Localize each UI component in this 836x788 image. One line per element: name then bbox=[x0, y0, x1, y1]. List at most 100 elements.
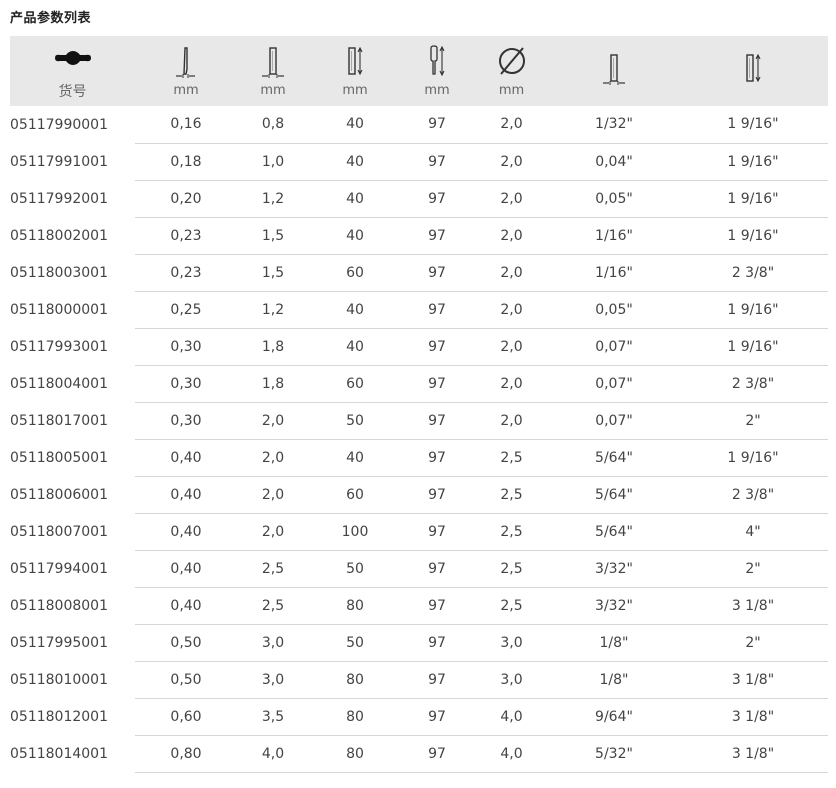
cell-diameter: 2,5 bbox=[473, 476, 550, 514]
cell-blade-length: 50 bbox=[309, 550, 401, 588]
cell-overall-length: 97 bbox=[401, 439, 473, 477]
table-row: 05117991001 0,18 1,0 40 97 2,0 0,04" 1 9/16" bbox=[10, 143, 828, 181]
cell-tip-width-inch: 1/8" bbox=[550, 624, 678, 662]
cell-tip-width: 2,0 bbox=[237, 402, 309, 440]
header-label-overall-length: mm bbox=[424, 82, 450, 98]
cell-blade-length: 60 bbox=[309, 254, 401, 292]
cell-overall-length: 97 bbox=[401, 587, 473, 625]
tip-thickness-icon bbox=[135, 45, 237, 81]
cell-blade-length: 40 bbox=[309, 180, 401, 218]
cell-diameter: 3,0 bbox=[473, 661, 550, 699]
table-row: 05118003001 0,23 1,5 60 97 2,0 1/16" 2 3/8" bbox=[10, 254, 828, 292]
cell-overall-length: 97 bbox=[401, 328, 473, 366]
cell-diameter: 2,0 bbox=[473, 254, 550, 292]
cell-blade-length-inch: 2 3/8" bbox=[678, 365, 828, 403]
cell-article-number: 05117994001 bbox=[10, 560, 108, 577]
cell-tip-width-inch: 5/64" bbox=[550, 439, 678, 477]
cell-blade-length-inch: 1 9/16" bbox=[678, 439, 828, 477]
header-label-blade-length: mm bbox=[342, 82, 368, 98]
cell-tip-thickness: 0,40 bbox=[135, 439, 237, 477]
table-row: 05117993001 0,30 1,8 40 97 2,0 0,07" 1 9/16" bbox=[10, 328, 828, 366]
cell-article-number: 05117991001 bbox=[10, 153, 108, 170]
table-row: 05118017001 0,30 2,0 50 97 2,0 0,07" 2" bbox=[10, 402, 828, 440]
header-blade-length-inch bbox=[678, 36, 828, 106]
diameter-icon bbox=[473, 45, 550, 81]
cell-blade-length: 80 bbox=[309, 735, 401, 773]
blade-length-icon bbox=[309, 45, 401, 81]
cell-tip-width-inch: 9/64" bbox=[550, 698, 678, 736]
cell-tip-width: 1,2 bbox=[237, 291, 309, 329]
cell-article-number: 05118003001 bbox=[10, 264, 108, 281]
cell-tip-width: 2,0 bbox=[237, 476, 309, 514]
cell-blade-length-inch: 4" bbox=[678, 513, 828, 551]
cell-tip-thickness: 0,18 bbox=[135, 143, 237, 181]
cell-blade-length-inch: 1 9/16" bbox=[678, 180, 828, 218]
cell-diameter: 3,0 bbox=[473, 624, 550, 662]
cell-tip-thickness: 0,23 bbox=[135, 217, 237, 255]
cell-tip-width: 1,5 bbox=[237, 254, 309, 292]
cell-tip-thickness: 0,23 bbox=[135, 254, 237, 292]
cell-article-number: 05118012001 bbox=[10, 708, 108, 725]
header-row: 货号 mm mm mm mm mm bbox=[10, 36, 828, 106]
cell-overall-length: 97 bbox=[401, 402, 473, 440]
table-row: 05118004001 0,30 1,8 60 97 2,0 0,07" 2 3/8" bbox=[10, 365, 828, 403]
cell-blade-length-inch: 1 9/16" bbox=[678, 106, 828, 144]
cell-tip-width: 3,0 bbox=[237, 661, 309, 699]
page-title: 产品参数列表 bbox=[10, 11, 92, 26]
cell-tip-width: 1,8 bbox=[237, 328, 309, 366]
cell-tip-width-inch: 1/32" bbox=[550, 106, 678, 144]
product-parameter-table: 货号 mm mm mm mm mm 05117990001 0,16 0,8 4… bbox=[10, 36, 828, 773]
cell-tip-thickness: 0,40 bbox=[135, 476, 237, 514]
header-diameter: mm bbox=[473, 36, 550, 106]
table-header: 货号 mm mm mm mm mm bbox=[10, 36, 828, 106]
table-row: 05118012001 0,60 3,5 80 97 4,0 9/64" 3 1/8" bbox=[10, 698, 828, 736]
cell-blade-length: 80 bbox=[309, 661, 401, 699]
blade-length-inch-icon bbox=[678, 52, 828, 88]
cell-tip-thickness: 0,40 bbox=[135, 513, 237, 551]
cell-tip-width: 1,2 bbox=[237, 180, 309, 218]
screwdriver-handle-icon bbox=[10, 41, 135, 77]
cell-overall-length: 97 bbox=[401, 365, 473, 403]
cell-blade-length: 40 bbox=[309, 291, 401, 329]
cell-overall-length: 97 bbox=[401, 254, 473, 292]
table-row: 05117995001 0,50 3,0 50 97 3,0 1/8" 2" bbox=[10, 624, 828, 662]
cell-tip-width-inch: 0,07" bbox=[550, 402, 678, 440]
cell-diameter: 2,0 bbox=[473, 106, 550, 144]
cell-diameter: 2,0 bbox=[473, 365, 550, 403]
header-label-tip-thickness: mm bbox=[173, 82, 199, 98]
cell-diameter: 2,5 bbox=[473, 513, 550, 551]
cell-tip-thickness: 0,30 bbox=[135, 328, 237, 366]
tip-width-inch-icon bbox=[550, 52, 678, 88]
cell-tip-thickness: 0,50 bbox=[135, 661, 237, 699]
table-row: 05118010001 0,50 3,0 80 97 3,0 1/8" 3 1/8" bbox=[10, 661, 828, 699]
cell-diameter: 2,0 bbox=[473, 143, 550, 181]
cell-tip-width: 1,8 bbox=[237, 365, 309, 403]
cell-blade-length-inch: 2" bbox=[678, 550, 828, 588]
cell-tip-width: 2,5 bbox=[237, 587, 309, 625]
cell-diameter: 4,0 bbox=[473, 698, 550, 736]
cell-tip-thickness: 0,25 bbox=[135, 291, 237, 329]
cell-tip-width-inch: 3/32" bbox=[550, 587, 678, 625]
cell-tip-width: 3,0 bbox=[237, 624, 309, 662]
cell-diameter: 2,0 bbox=[473, 180, 550, 218]
cell-overall-length: 97 bbox=[401, 476, 473, 514]
cell-tip-width-inch: 1/16" bbox=[550, 217, 678, 255]
cell-article-number: 05117992001 bbox=[10, 190, 108, 207]
cell-blade-length: 50 bbox=[309, 402, 401, 440]
cell-blade-length-inch: 1 9/16" bbox=[678, 217, 828, 255]
cell-blade-length: 40 bbox=[309, 143, 401, 181]
cell-blade-length-inch: 2 3/8" bbox=[678, 254, 828, 292]
cell-overall-length: 97 bbox=[401, 624, 473, 662]
header-tip-width: mm bbox=[237, 36, 309, 106]
table-row: 05118005001 0,40 2,0 40 97 2,5 5/64" 1 9/16" bbox=[10, 439, 828, 477]
table-row: 05117994001 0,40 2,5 50 97 2,5 3/32" 2" bbox=[10, 550, 828, 588]
cell-tip-width: 1,0 bbox=[237, 143, 309, 181]
cell-tip-thickness: 0,80 bbox=[135, 735, 237, 773]
cell-overall-length: 97 bbox=[401, 698, 473, 736]
overall-length-icon bbox=[401, 44, 473, 81]
header-overall-length: mm bbox=[401, 36, 473, 106]
cell-tip-width: 0,8 bbox=[237, 106, 309, 144]
cell-tip-width-inch: 0,04" bbox=[550, 143, 678, 181]
cell-blade-length: 100 bbox=[309, 513, 401, 551]
header-blade-length: mm bbox=[309, 36, 401, 106]
